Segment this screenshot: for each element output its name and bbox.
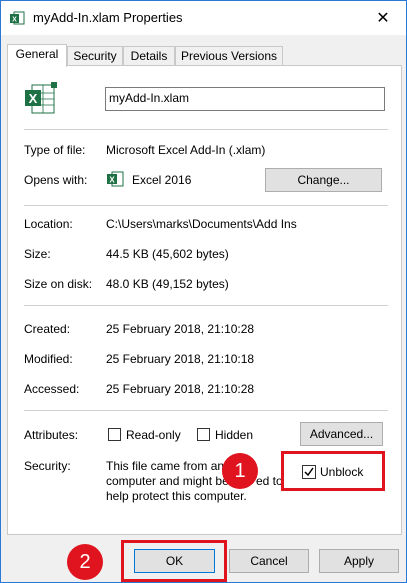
security-text-line2: computer and might be <box>106 474 229 488</box>
close-button[interactable]: ✕ <box>360 1 406 35</box>
svg-text:X: X <box>29 91 38 106</box>
security-text-line3: help protect this computer. <box>106 489 247 503</box>
apply-button[interactable]: Apply <box>319 549 399 573</box>
advanced-button[interactable]: Advanced... <box>300 422 383 446</box>
window-title: myAdd-In.xlam Properties <box>33 10 183 25</box>
tab-security[interactable]: Security <box>67 46 123 66</box>
accessed-label: Accessed: <box>24 382 80 396</box>
type-of-file-label: Type of file: <box>24 143 86 157</box>
opens-with-label: Opens with: <box>24 173 88 187</box>
close-icon: ✕ <box>376 10 390 27</box>
properties-dialog: X myAdd-In.xlam Properties ✕ General Sec… <box>0 0 407 583</box>
separator <box>24 410 388 411</box>
tab-general[interactable]: General <box>7 44 67 67</box>
location-value: C:\Users\marks\Documents\Add Ins <box>106 217 297 231</box>
location-label: Location: <box>24 217 73 231</box>
accessed-value: 25 February 2018, 21:10:28 <box>106 382 255 396</box>
unblock-highlight: Unblock <box>281 451 385 491</box>
type-of-file-value: Microsoft Excel Add-In (.xlam) <box>106 143 266 157</box>
hidden-label[interactable]: Hidden <box>215 428 253 442</box>
svg-text:X: X <box>109 176 115 185</box>
change-button[interactable]: Change... <box>265 168 382 192</box>
size-value: 44.5 KB (45,602 bytes) <box>106 247 229 261</box>
size-on-disk-value: 48.0 KB (49,152 bytes) <box>106 277 229 291</box>
readonly-checkbox[interactable] <box>108 428 121 441</box>
excel-app-icon: X <box>106 170 124 188</box>
separator <box>24 205 388 206</box>
filename-input[interactable]: myAdd-In.xlam <box>105 87 385 111</box>
modified-value: 25 February 2018, 21:10:18 <box>106 352 255 366</box>
readonly-label[interactable]: Read-only <box>126 428 181 442</box>
general-panel: X myAdd-In.xlam Type of file: Microsoft … <box>7 65 402 535</box>
attributes-label: Attributes: <box>24 428 79 442</box>
annotation-badge-2: 2 <box>67 544 103 580</box>
size-label: Size: <box>24 247 51 261</box>
hidden-checkbox[interactable] <box>197 428 210 441</box>
security-text-line1: This file came from an <box>106 459 225 473</box>
separator <box>24 305 388 306</box>
security-label: Security: <box>24 459 71 473</box>
ok-button[interactable]: OK <box>134 549 215 573</box>
svg-text:X: X <box>12 16 17 23</box>
cancel-button[interactable]: Cancel <box>229 549 309 573</box>
title-bar[interactable]: X myAdd-In.xlam Properties ✕ <box>1 1 406 35</box>
created-value: 25 February 2018, 21:10:28 <box>106 322 255 336</box>
tab-previous-versions[interactable]: Previous Versions <box>175 46 283 66</box>
opens-with-value: Excel 2016 <box>132 173 192 187</box>
size-on-disk-label: Size on disk: <box>24 277 93 291</box>
unblock-checkbox[interactable] <box>302 465 316 479</box>
modified-label: Modified: <box>24 352 73 366</box>
created-label: Created: <box>24 322 71 336</box>
security-text-line2-tail: ed to <box>256 474 283 488</box>
annotation-badge-1: 1 <box>222 453 258 489</box>
separator <box>24 129 388 130</box>
excel-addin-icon: X <box>22 81 58 117</box>
tab-details[interactable]: Details <box>123 46 175 66</box>
unblock-label[interactable]: Unblock <box>320 465 363 479</box>
excel-file-icon: X <box>9 10 25 26</box>
checkmark-icon <box>304 467 314 477</box>
